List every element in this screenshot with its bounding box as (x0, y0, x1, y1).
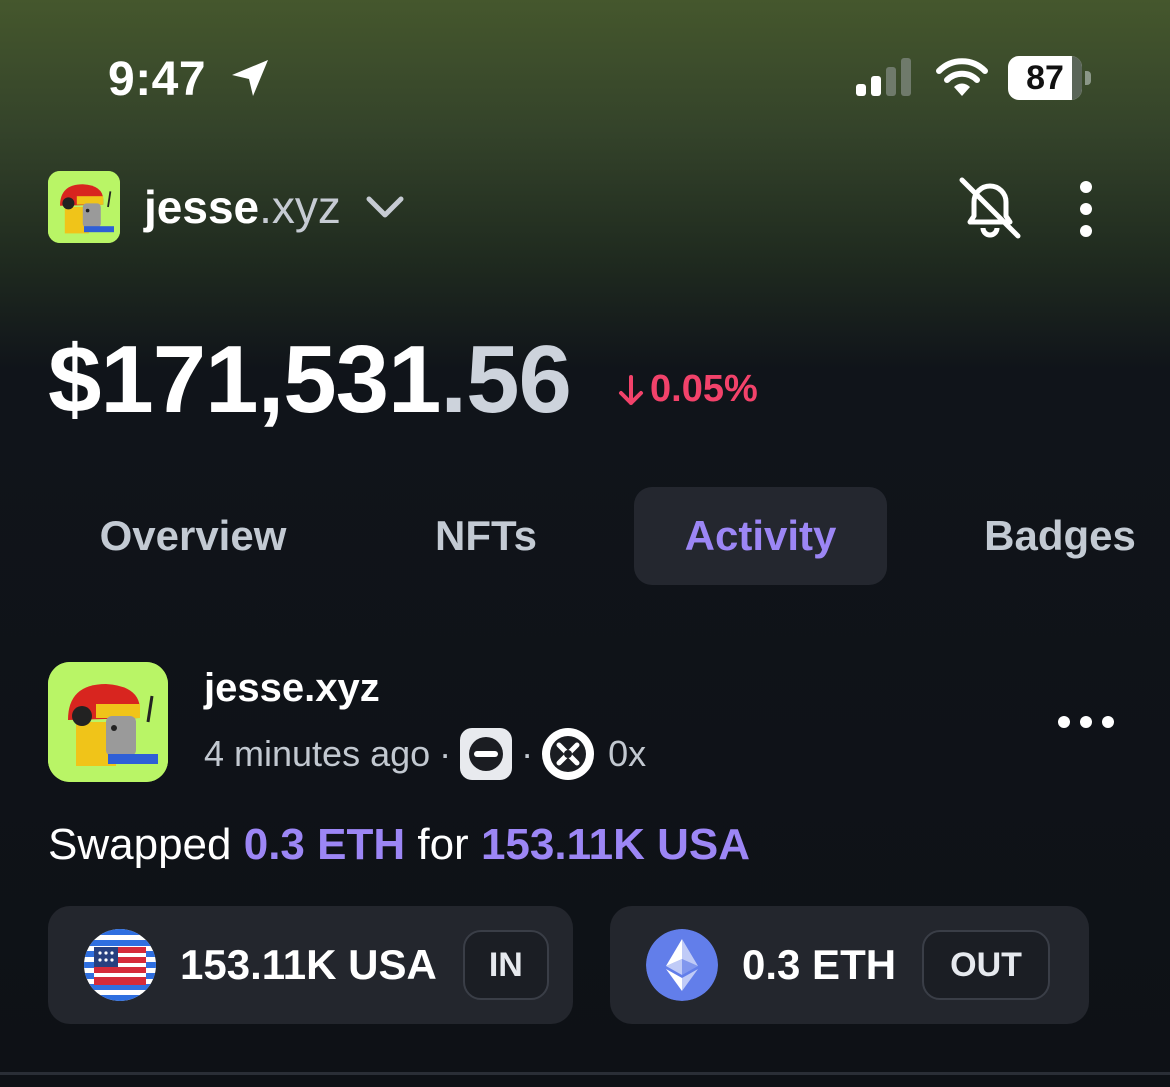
activity-meta: 4 minutes ago · · 0x (204, 726, 646, 782)
portfolio-balance: $171,531.56 (48, 325, 572, 435)
wifi-icon (936, 58, 988, 96)
battery-level: 87 (1026, 58, 1064, 97)
tab-overview[interactable]: Overview (58, 487, 328, 585)
token-card-in[interactable]: 153.11K USA IN (48, 906, 573, 1024)
location-arrow-icon (232, 60, 268, 96)
balance-change: 0.05% (616, 368, 758, 411)
account-name[interactable]: jesse.xyz (144, 180, 341, 234)
tab-activity[interactable]: Activity (634, 487, 887, 585)
account-name-suffix: .xyz (259, 181, 341, 233)
ethereum-icon (646, 929, 718, 1001)
cellular-signal-icon (856, 58, 911, 96)
arrow-down-icon (619, 374, 643, 405)
activity-avatar[interactable] (48, 662, 168, 782)
activity-account-name[interactable]: jesse.xyz (204, 666, 380, 711)
status-bar: 9:47 87 (0, 0, 1170, 150)
balance-change-value: 0.05% (650, 368, 758, 410)
account-name-base: jesse (144, 181, 260, 233)
swap-amount-out[interactable]: 0.3 ETH (244, 820, 405, 869)
swap-prefix: Swapped (48, 820, 232, 869)
swap-amount-in[interactable]: 153.11K USA (481, 820, 750, 869)
avatar (48, 171, 120, 243)
separator-dot: · (521, 733, 534, 774)
balance-cents: .56 (440, 326, 571, 433)
tab-nfts[interactable]: NFTs (386, 487, 586, 585)
activity-protocol: 0x (608, 733, 647, 774)
chevron-down-icon[interactable] (363, 185, 407, 229)
token-card-out[interactable]: 0.3 ETH OUT (610, 906, 1089, 1024)
more-vertical-icon[interactable] (1070, 180, 1102, 238)
status-time: 9:47 (108, 53, 207, 106)
direction-badge-in: IN (462, 930, 549, 1000)
account-switcher[interactable]: jesse.xyz (48, 170, 407, 244)
token-out-label: 0.3 ETH (742, 941, 897, 988)
activity-time: 4 minutes ago (204, 733, 431, 774)
tab-badges[interactable]: Badges (960, 487, 1160, 585)
balance-whole: $171,531 (48, 326, 441, 433)
divider (0, 1072, 1170, 1075)
swap-middle: for (417, 820, 469, 869)
activity-description: Swapped 0.3 ETH for 153.11K USA (48, 820, 750, 870)
bell-off-icon[interactable] (956, 174, 1024, 242)
token-in-label: 153.11K USA (180, 941, 437, 988)
us-flag-icon (84, 929, 156, 1001)
direction-badge-out: OUT (922, 930, 1051, 1000)
more-horizontal-icon[interactable] (1056, 708, 1116, 736)
app-icon (460, 728, 513, 780)
tab-bar: Overview NFTs Activity Badges (0, 487, 1170, 585)
separator-dot: · (439, 733, 452, 774)
battery-icon: 87 (1008, 56, 1092, 100)
zerox-protocol-icon (542, 728, 595, 780)
